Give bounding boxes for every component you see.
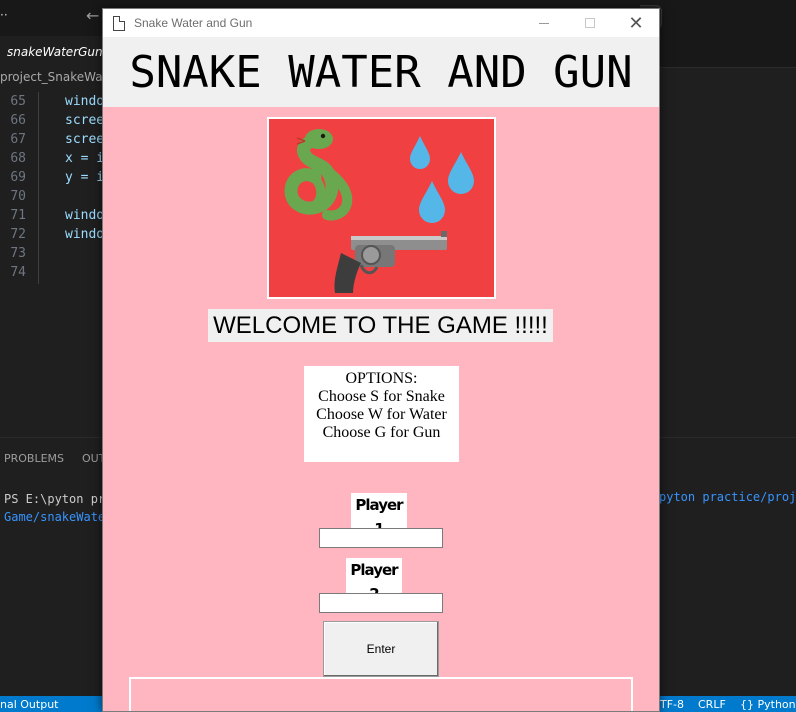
code-line: 67 scree [0, 130, 105, 149]
code-line: 69 y = i [0, 168, 105, 187]
options-panel: OPTIONS: Choose S for Snake Choose W for… [304, 366, 459, 462]
code-line: 71 windo [0, 206, 105, 225]
line-number: 74 [10, 265, 26, 280]
code-text: scree [65, 113, 105, 128]
maximize-icon [585, 18, 595, 28]
code-text: windo [65, 227, 105, 242]
status-eol[interactable]: CRLF [698, 698, 726, 711]
code-line: 73 [0, 244, 102, 263]
terminal[interactable]: PS E:\pyton pr Game/snakeWate [4, 490, 105, 526]
line-number: 72 [10, 227, 26, 242]
status-encoding[interactable]: TF-8 [660, 698, 684, 711]
panel-tab-problems[interactable]: PROBLEMS [4, 452, 64, 465]
option-snake: Choose S for Snake [318, 388, 445, 405]
code-line: 66 scree [0, 111, 105, 130]
window-titlebar[interactable]: Snake Water and Gun ✕ [103, 9, 659, 37]
code-line: 72 windo [0, 225, 105, 244]
game-window: Snake Water and Gun ✕ SNAKE WATER AND GU… [102, 8, 660, 712]
minimize-button[interactable] [521, 9, 567, 37]
droplets-icon [410, 136, 474, 223]
terminal-line: Game/snakeWate [4, 510, 106, 524]
close-icon: ✕ [628, 12, 644, 34]
status-output-channel[interactable]: nal Output [0, 698, 58, 711]
code-line: 70 [0, 187, 102, 206]
code-text: x = i [65, 151, 105, 166]
terminal-line: PS E:\pyton pr [4, 492, 106, 506]
code-text: windo [65, 94, 105, 109]
player1-input[interactable] [319, 528, 443, 548]
app-file-icon [113, 15, 125, 31]
line-number: 68 [10, 151, 26, 166]
back-arrow-icon[interactable]: ← [86, 6, 99, 25]
line-number: 70 [10, 189, 26, 204]
code-line: 68 x = i [0, 149, 105, 168]
terminal-path: pyton practice/proje [659, 490, 796, 504]
code-text: scree [65, 132, 105, 147]
emoji-svg [284, 129, 474, 293]
minimize-icon [539, 22, 549, 24]
line-number: 66 [10, 113, 26, 128]
welcome-label: WELCOME TO THE GAME !!!!! [208, 309, 553, 342]
code-text: windo [65, 208, 105, 223]
game-emoji-image [267, 117, 496, 299]
window-title: Snake Water and Gun [134, 16, 253, 30]
editor-tab-label: snakeWaterGun [7, 45, 103, 59]
editor-tab-snakewatergun[interactable]: snakeWaterGun [0, 36, 103, 68]
result-area [129, 677, 633, 711]
breadcrumb[interactable]: project_SnakeWat [0, 70, 107, 84]
line-number: 73 [10, 246, 26, 261]
code-text: y = i [65, 170, 105, 185]
line-number: 71 [10, 208, 26, 223]
option-water: Choose W for Water [316, 406, 447, 423]
line-number: 67 [10, 132, 26, 147]
option-gun: Choose G for Gun [322, 424, 441, 441]
code-line: 65 windo [0, 92, 105, 111]
line-number: 69 [10, 170, 26, 185]
status-language[interactable]: {} Python [740, 698, 796, 711]
menu-dots-icon[interactable]: ·· [0, 8, 8, 22]
pistol-icon [334, 231, 447, 293]
line-number: 65 [10, 94, 26, 109]
game-heading: SNAKE WATER AND GUN [129, 47, 633, 98]
player2-input[interactable] [319, 593, 443, 613]
maximize-button[interactable] [567, 9, 613, 37]
close-button[interactable]: ✕ [613, 9, 659, 37]
code-editor[interactable]: 65 windo 66 scree 67 scree 68 x = i 69 y = i … [0, 92, 105, 282]
options-title: OPTIONS: [345, 370, 418, 387]
snake-icon [284, 129, 353, 221]
code-line: 74 [0, 263, 102, 282]
enter-button[interactable]: Enter [323, 621, 439, 677]
